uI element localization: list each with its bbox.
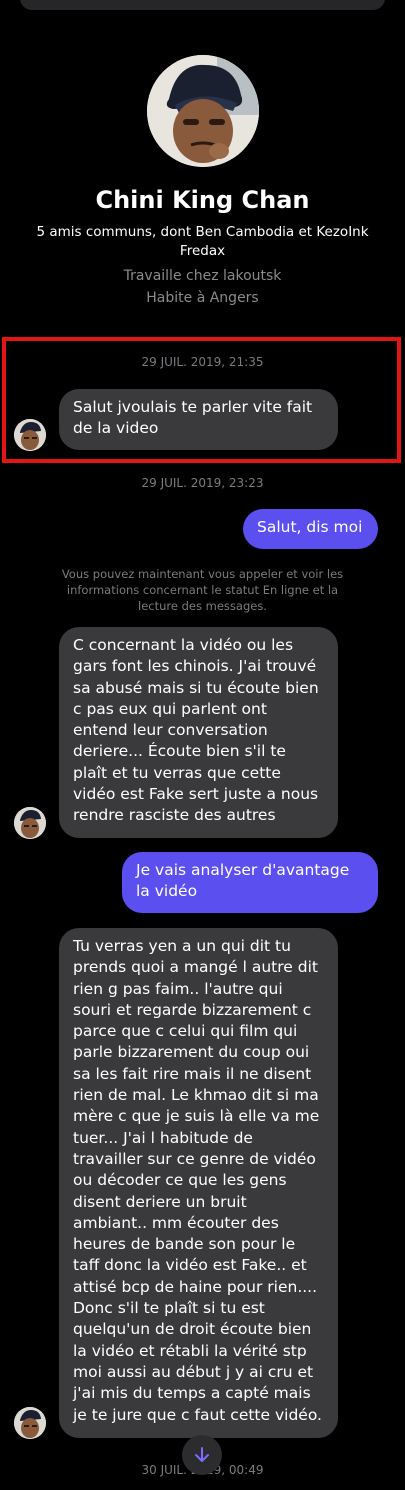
timestamp: 29 JUIL. 2019, 21:35 bbox=[141, 355, 264, 369]
message-bubble-incoming[interactable]: Tu verras yen a un qui dit tu prends quo… bbox=[59, 928, 338, 1438]
info-note: Vous pouvez maintenant vous appeler et v… bbox=[61, 567, 344, 613]
sender-avatar[interactable] bbox=[14, 807, 46, 839]
profile-work: Travaille chez lakoutsk bbox=[123, 268, 282, 284]
header-bar bbox=[20, 0, 385, 10]
arrow-down-icon bbox=[195, 1447, 209, 1462]
mutual-friends-text: 5 amis communs, dont Ben Cambodia et Kez… bbox=[36, 224, 369, 259]
message-text: Tu verras yen a un qui dit tu prends quo… bbox=[73, 937, 322, 1424]
message-text: Salut jvoulais te parler vite fait de la… bbox=[73, 398, 313, 438]
message-text: C concernant la vidéo ou les gars font l… bbox=[73, 636, 319, 825]
message-bubble-outgoing[interactable]: Je vais analyser d'avantage la vidéo bbox=[122, 852, 378, 913]
sender-avatar[interactable] bbox=[14, 419, 46, 451]
profile-photo[interactable] bbox=[147, 55, 259, 167]
scroll-down-button[interactable] bbox=[182, 1435, 222, 1475]
message-text: Je vais analyser d'avantage la vidéo bbox=[136, 861, 350, 901]
sender-avatar[interactable] bbox=[14, 1407, 46, 1439]
timestamp: 29 JUIL. 2019, 23:23 bbox=[141, 476, 264, 490]
profile-city: Habite à Angers bbox=[146, 290, 259, 306]
profile-name: Chini King Chan bbox=[95, 186, 310, 214]
message-bubble-incoming[interactable]: C concernant la vidéo ou les gars font l… bbox=[59, 627, 338, 838]
message-bubble-incoming[interactable]: Salut jvoulais te parler vite fait de la… bbox=[59, 389, 338, 450]
message-bubble-outgoing[interactable]: Salut, dis moi bbox=[243, 509, 378, 549]
message-text: Salut, dis moi bbox=[257, 518, 363, 536]
